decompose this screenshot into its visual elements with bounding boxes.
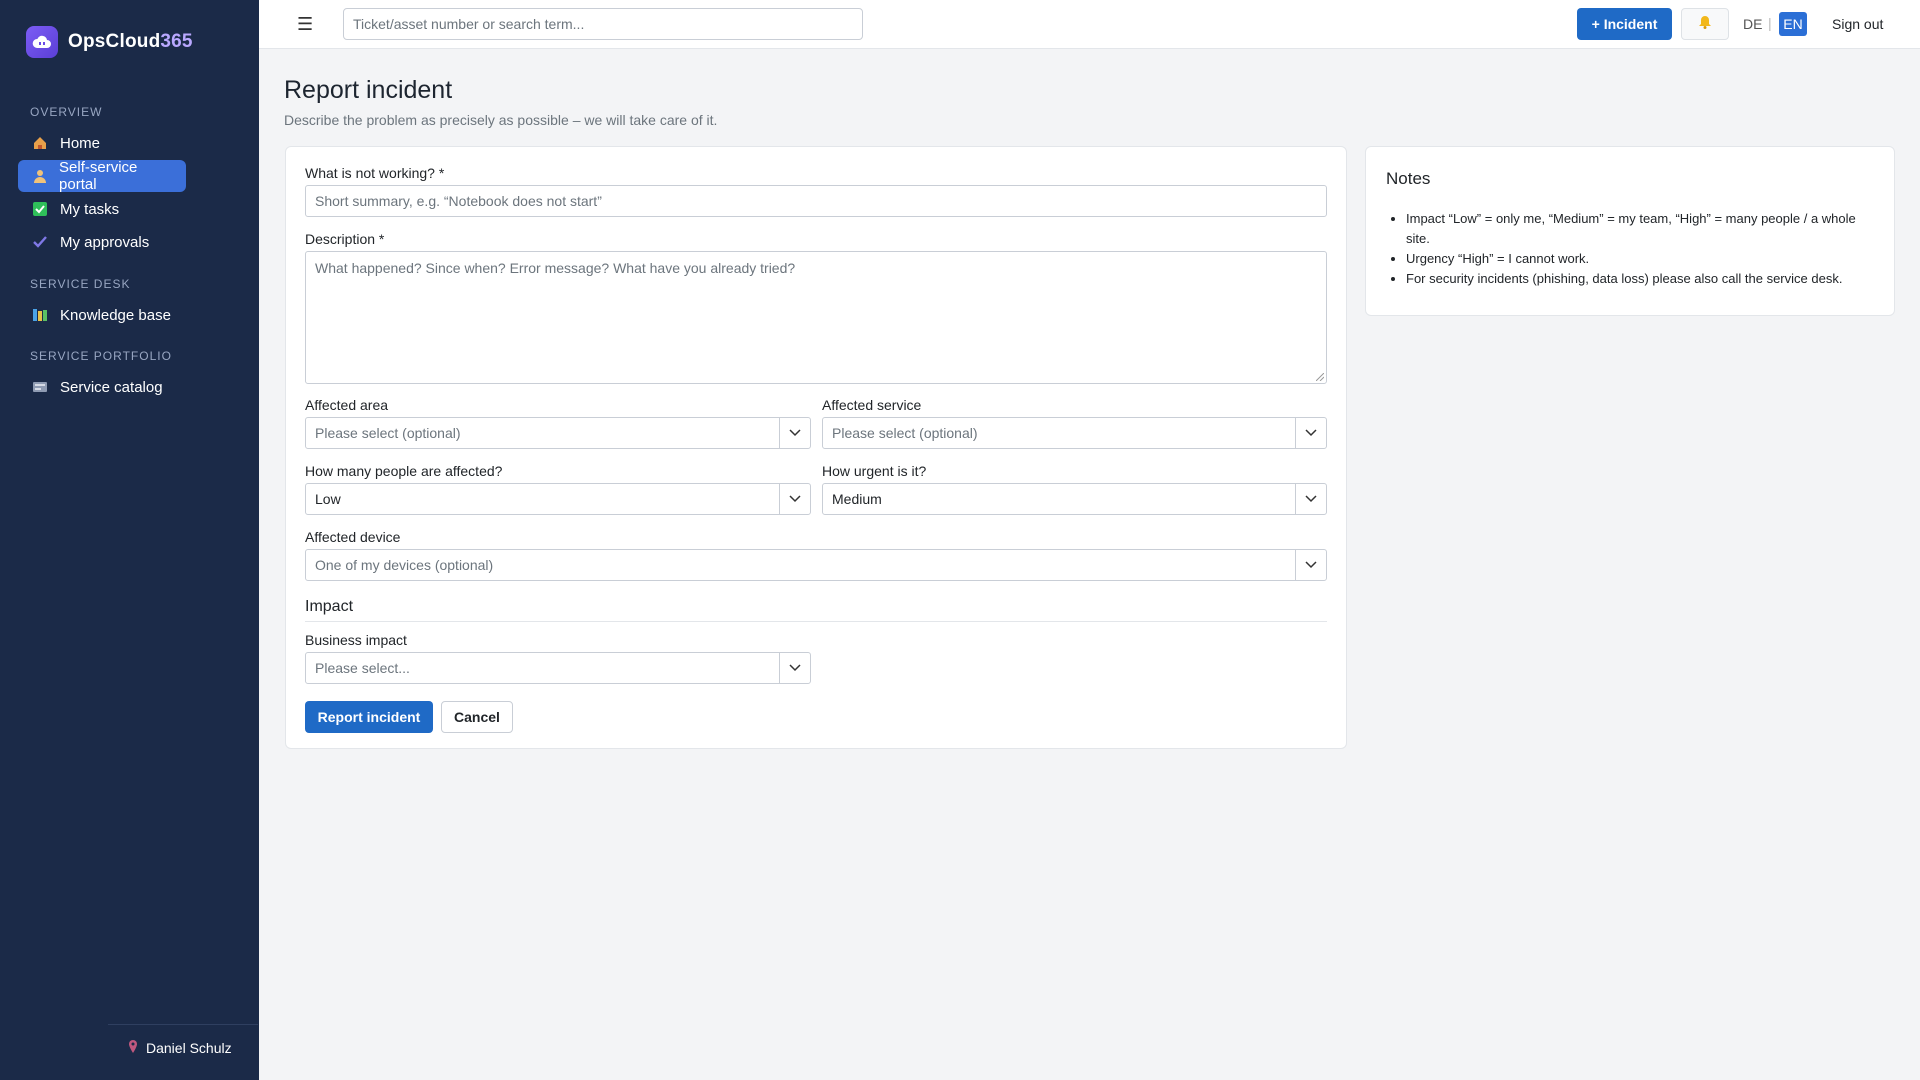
sidebar-item-label: Self-service portal (59, 159, 138, 193)
person-icon (32, 168, 47, 184)
books-icon (32, 307, 48, 323)
report-incident-button[interactable]: Report incident (305, 701, 433, 733)
summary-placeholder: Short summary, e.g. “Notebook does not s… (315, 193, 602, 209)
notes-title: Notes (1386, 169, 1431, 188)
sidebar-item-label: Knowledge base (60, 306, 171, 324)
search-input[interactable] (343, 8, 863, 40)
impact-value: Low (315, 491, 341, 507)
service-placeholder: Please select (optional) (832, 425, 978, 441)
description-label: Description * (305, 231, 385, 247)
notes-list: Impact “Low” = only me, “Medium” = my te… (1406, 209, 1876, 289)
urgency-select[interactable]: Medium (822, 483, 1327, 515)
sidebar-item-self-service-portal[interactable]: Self-service portal (18, 159, 186, 193)
sign-out-link[interactable]: Sign out (1832, 16, 1883, 32)
hamburger-menu-icon[interactable]: ☰ (297, 14, 313, 35)
device-select[interactable]: One of my devices (optional) (305, 549, 1327, 581)
description-placeholder: What happened? Since when? Error message… (315, 260, 796, 276)
catalog-icon (32, 379, 48, 395)
nav-section-service-desk: SERVICE DESK (30, 277, 131, 291)
notes-item: Urgency “High” = I cannot work. (1406, 249, 1876, 269)
sidebar-item-label: My approvals (60, 233, 150, 251)
notes-item: For security incidents (phishing, data l… (1406, 269, 1876, 289)
topbar: ☰ + Incident DE | EN Sign out (259, 0, 1920, 49)
urgency-value: Medium (832, 491, 882, 507)
nav-section-service-portfolio: SERVICE PORTFOLIO (30, 349, 172, 363)
sidebar: OpsCloud365 OVERVIEW Home Self-service p… (0, 0, 259, 1080)
business-impact-label: Business impact (305, 632, 407, 648)
pin-icon (128, 1040, 138, 1056)
service-label: Affected service (822, 397, 922, 413)
business-impact-placeholder: Please select... (315, 660, 410, 676)
impact-label: How many people are affected? (305, 463, 503, 479)
summary-input[interactable]: Short summary, e.g. “Notebook does not s… (305, 185, 1327, 217)
bell-icon (1698, 15, 1712, 34)
incident-form: What is not working? * Short summary, e.… (285, 146, 1347, 749)
notifications-button[interactable] (1681, 8, 1729, 40)
notes-item: Impact “Low” = only me, “Medium” = my te… (1406, 209, 1876, 249)
home-icon (32, 135, 48, 151)
chevron-down-icon (779, 653, 810, 683)
business-impact-select[interactable]: Please select... (305, 652, 811, 684)
resize-handle-icon[interactable] (1316, 373, 1324, 381)
language-de[interactable]: DE (1743, 16, 1762, 32)
description-textarea[interactable]: What happened? Since when? Error message… (305, 251, 1327, 384)
brand[interactable]: OpsCloud365 (26, 26, 193, 58)
page-title: Report incident (284, 76, 453, 104)
area-label: Affected area (305, 397, 389, 413)
sidebar-item-label: Home (60, 134, 101, 152)
new-incident-button[interactable]: + Incident (1577, 8, 1672, 40)
sidebar-item-label: Service catalog (60, 378, 163, 396)
cloud-logo-icon (26, 26, 58, 58)
sidebar-divider (108, 1024, 258, 1025)
impact-select[interactable]: Low (305, 483, 811, 515)
chevron-down-icon (1295, 418, 1326, 448)
urgency-label: How urgent is it? (822, 463, 927, 479)
area-select[interactable]: Please select (optional) (305, 417, 811, 449)
area-placeholder: Please select (optional) (315, 425, 461, 441)
page-subtitle: Describe the problem as precisely as pos… (284, 112, 718, 128)
chevron-down-icon (1295, 550, 1326, 580)
nav-section-overview: OVERVIEW (30, 105, 103, 119)
brand-name: OpsCloud365 (68, 31, 193, 52)
section-divider (305, 621, 1327, 622)
checkmark-icon (32, 234, 48, 250)
cancel-button[interactable]: Cancel (441, 701, 513, 733)
sidebar-item-label: My tasks (60, 200, 120, 218)
notes-panel: Notes Impact “Low” = only me, “Medium” =… (1365, 146, 1895, 316)
summary-label: What is not working? * (305, 165, 445, 181)
impact-section-heading: Impact (305, 598, 354, 615)
language-en[interactable]: EN (1779, 12, 1807, 36)
check-square-icon (32, 201, 48, 217)
language-separator: | (1768, 15, 1772, 31)
sidebar-item-my-tasks[interactable]: My tasks (18, 193, 133, 225)
chevron-down-icon (1295, 484, 1326, 514)
sidebar-item-knowledge-base[interactable]: Knowledge base (18, 299, 185, 331)
sidebar-item-my-approvals[interactable]: My approvals (18, 226, 163, 258)
user-profile[interactable]: Daniel Schulz (128, 1040, 232, 1056)
user-name: Daniel Schulz (146, 1040, 232, 1056)
device-label: Affected device (305, 529, 401, 545)
chevron-down-icon (779, 418, 810, 448)
sidebar-item-home[interactable]: Home (18, 127, 114, 159)
chevron-down-icon (779, 484, 810, 514)
device-placeholder: One of my devices (optional) (315, 557, 494, 573)
service-select[interactable]: Please select (optional) (822, 417, 1327, 449)
sidebar-item-service-catalog[interactable]: Service catalog (18, 371, 177, 403)
